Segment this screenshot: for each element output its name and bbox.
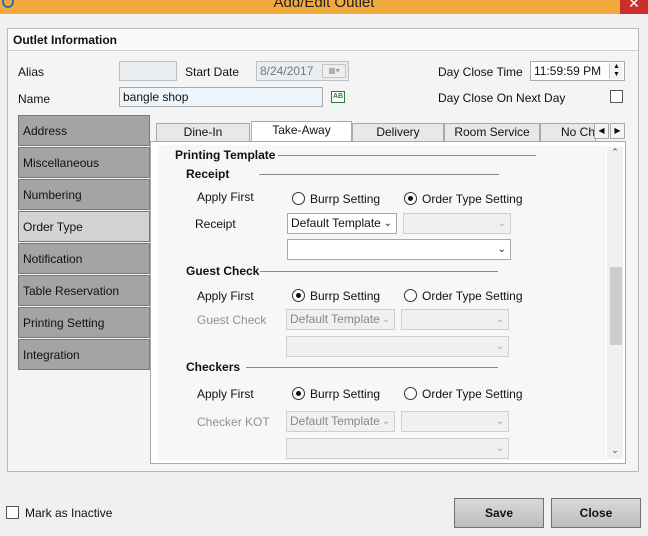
window-close-button[interactable]: ✕ xyxy=(620,0,648,14)
guest-check-section-title: Guest Check xyxy=(186,264,260,278)
day-close-next-day-checkbox[interactable] xyxy=(610,90,623,103)
chevron-down-icon: ⌄ xyxy=(497,218,506,229)
guest-check-printer-select[interactable]: ⌄ xyxy=(286,336,509,357)
name-input[interactable]: bangle shop xyxy=(119,87,323,107)
receipt-burrp-radio[interactable] xyxy=(292,192,305,205)
guest-check-order-type-radio[interactable] xyxy=(404,289,417,302)
outlet-information-panel: Outlet Information Alias Start Date 8/24… xyxy=(7,28,639,472)
receipt-template-value: Default Template xyxy=(291,216,381,230)
panel-header: Outlet Information xyxy=(8,29,638,51)
guest-check-secondary-select[interactable]: ⌄ xyxy=(401,309,509,330)
day-close-next-day-label: Day Close On Next Day xyxy=(438,91,566,105)
tab-no-charge[interactable]: No Ch xyxy=(540,123,596,141)
tab-scroll-right-icon[interactable]: ▶ xyxy=(610,123,625,139)
day-close-time-value: 11:59:59 PM xyxy=(534,64,602,78)
mark-inactive-checkbox[interactable] xyxy=(6,506,19,519)
tab-delivery[interactable]: Delivery xyxy=(352,123,444,141)
chevron-down-icon: ⌄ xyxy=(383,218,392,229)
sidebar-item-printing-setting[interactable]: Printing Setting xyxy=(18,307,150,338)
scroll-down-icon[interactable]: ⌄ xyxy=(607,445,623,459)
tab-take-away[interactable]: Take-Away xyxy=(251,121,352,142)
receipt-burrp-label: Burrp Setting xyxy=(310,192,381,206)
day-close-time-label: Day Close Time xyxy=(438,65,523,79)
scrollbar-thumb[interactable] xyxy=(610,267,622,345)
checker-kot-printer-select[interactable]: ⌄ xyxy=(286,438,509,459)
checker-kot-secondary-select[interactable]: ⌄ xyxy=(401,411,509,432)
receipt-divider xyxy=(259,174,499,175)
sidebar-item-miscellaneous[interactable]: Miscellaneous xyxy=(18,147,150,178)
chevron-down-icon: ⌄ xyxy=(495,443,504,454)
start-date-value: 8/24/2017 xyxy=(260,64,314,78)
take-away-content: Printing Template Receipt Apply First Bu… xyxy=(150,141,626,464)
receipt-section-title: Receipt xyxy=(186,167,230,181)
time-spinner-icon[interactable]: ▲ ▼ xyxy=(609,63,623,79)
window-title: Add/Edit Outlet xyxy=(273,0,375,11)
receipt-secondary-select[interactable]: ⌄ xyxy=(403,213,511,234)
checker-kot-label: Checker KOT xyxy=(197,415,270,429)
title-bar: Add/Edit Outlet ✕ xyxy=(0,0,648,14)
guest-check-order-type-label: Order Type Setting xyxy=(422,289,523,303)
alias-label: Alias xyxy=(18,65,45,79)
start-date-input[interactable]: 8/24/2017 ▦▾ xyxy=(256,61,349,81)
guest-check-divider xyxy=(260,271,498,272)
guest-check-field-label: Guest Check xyxy=(197,313,267,327)
checkers-section-title: Checkers xyxy=(186,360,241,374)
guest-check-apply-first-label: Apply First xyxy=(197,289,254,303)
checkers-apply-first-label: Apply First xyxy=(197,387,254,401)
name-label: Name xyxy=(18,92,51,106)
alias-input[interactable] xyxy=(119,61,177,81)
checkers-order-type-radio[interactable] xyxy=(404,387,417,400)
checkers-order-type-label: Order Type Setting xyxy=(422,387,523,401)
tab-scroll-left-icon[interactable]: ◀ xyxy=(594,123,609,139)
save-button[interactable]: Save xyxy=(454,498,544,528)
guest-check-template-value: Default Template xyxy=(290,312,380,326)
sidebar-item-integration[interactable]: Integration xyxy=(18,339,150,370)
day-close-time-input[interactable]: 11:59:59 PM ▲ ▼ xyxy=(530,61,625,81)
sidebar-item-address[interactable]: Address xyxy=(18,115,150,146)
chevron-down-icon: ⌄ xyxy=(381,416,390,427)
order-type-tabs: Dine-In Take-Away Delivery Room Service … xyxy=(156,121,635,142)
sidebar-item-order-type[interactable]: Order Type xyxy=(18,211,150,242)
chevron-down-icon: ⌄ xyxy=(497,244,506,255)
chevron-down-icon: ⌄ xyxy=(495,416,504,427)
content-scrollbar[interactable]: ⌃ ⌄ xyxy=(607,147,623,459)
start-date-label: Start Date xyxy=(185,65,240,79)
receipt-template-select[interactable]: Default Template ⌄ xyxy=(287,213,397,234)
receipt-order-type-label: Order Type Setting xyxy=(422,192,523,206)
printing-template-divider xyxy=(278,155,536,156)
receipt-order-type-radio[interactable] xyxy=(404,192,417,205)
tab-room-service[interactable]: Room Service xyxy=(444,123,540,141)
checkers-divider xyxy=(246,367,498,368)
receipt-apply-first-label: Apply First xyxy=(197,190,254,204)
sidebar-item-numbering[interactable]: Numbering xyxy=(18,179,150,210)
guest-check-burrp-label: Burrp Setting xyxy=(310,289,381,303)
printing-template-area: Printing Template Receipt Apply First Bu… xyxy=(158,145,606,461)
checkers-burrp-label: Burrp Setting xyxy=(310,387,381,401)
sidebar-item-table-reservation[interactable]: Table Reservation xyxy=(18,275,150,306)
checkers-burrp-radio[interactable] xyxy=(292,387,305,400)
checker-kot-template-select[interactable]: Default Template ⌄ xyxy=(286,411,395,432)
chevron-down-icon: ⌄ xyxy=(495,314,504,325)
sidebar-item-notification[interactable]: Notification xyxy=(18,243,150,274)
receipt-printer-select[interactable]: ⌄ xyxy=(287,239,511,260)
chevron-down-icon: ⌄ xyxy=(495,341,504,352)
close-button[interactable]: Close xyxy=(551,498,641,528)
scroll-up-icon[interactable]: ⌃ xyxy=(607,147,623,161)
calendar-dropdown-icon[interactable]: ▦▾ xyxy=(322,64,346,78)
printing-template-title: Printing Template xyxy=(175,148,276,162)
guest-check-template-select[interactable]: Default Template ⌄ xyxy=(286,309,395,330)
guest-check-burrp-radio[interactable] xyxy=(292,289,305,302)
mark-inactive-label: Mark as Inactive xyxy=(25,506,113,520)
spell-check-icon[interactable]: AB xyxy=(331,91,345,103)
checker-kot-template-value: Default Template xyxy=(290,414,380,428)
chevron-down-icon: ⌄ xyxy=(381,314,390,325)
receipt-field-label: Receipt xyxy=(195,217,236,231)
tab-dine-in[interactable]: Dine-In xyxy=(156,123,250,141)
